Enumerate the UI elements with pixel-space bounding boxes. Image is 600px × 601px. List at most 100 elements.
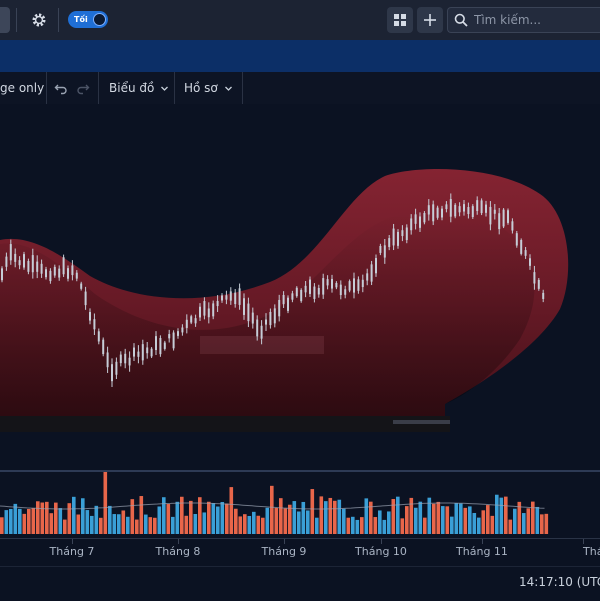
volume-bar bbox=[171, 516, 175, 534]
volume-bar bbox=[180, 496, 184, 534]
volume-chart bbox=[0, 470, 549, 534]
candle-body bbox=[23, 254, 25, 268]
candle-body bbox=[111, 364, 113, 382]
candle-body bbox=[172, 332, 175, 349]
candle-body bbox=[53, 266, 56, 276]
redo-button[interactable] bbox=[76, 72, 90, 104]
search-input[interactable] bbox=[472, 12, 596, 28]
volume-bar bbox=[45, 501, 49, 534]
volume-bar bbox=[454, 502, 459, 534]
candle-body bbox=[67, 268, 69, 279]
home-button[interactable] bbox=[0, 7, 10, 33]
volume-bar bbox=[63, 519, 67, 534]
axis-tick bbox=[381, 539, 382, 544]
range-option-label[interactable]: ge only bbox=[0, 72, 44, 104]
volume-bar bbox=[243, 514, 247, 534]
candle-body bbox=[84, 291, 87, 306]
volume-bar bbox=[9, 508, 13, 534]
volume-bar bbox=[157, 506, 162, 534]
candle-body bbox=[168, 334, 171, 339]
volume-bar bbox=[207, 501, 211, 534]
candle-body bbox=[1, 268, 3, 281]
volume-pane bbox=[0, 470, 600, 538]
volume-bar bbox=[144, 514, 148, 534]
candle-body bbox=[331, 278, 333, 289]
candle-body bbox=[190, 316, 193, 323]
candle-body bbox=[40, 263, 43, 274]
undo-button[interactable] bbox=[54, 72, 68, 104]
volume-bar bbox=[202, 512, 207, 534]
redo-icon bbox=[77, 84, 90, 95]
candle-body bbox=[515, 233, 518, 246]
chart-type-menu[interactable]: Biểu đồ bbox=[109, 72, 169, 104]
candle-body bbox=[181, 327, 184, 333]
volume-bar bbox=[49, 513, 54, 534]
volume-bar bbox=[499, 497, 504, 534]
candle-body bbox=[31, 255, 34, 273]
volume-bar bbox=[103, 470, 108, 534]
volume-bar bbox=[292, 501, 297, 534]
candle-body bbox=[300, 289, 303, 302]
candle-body bbox=[454, 204, 457, 217]
gear-icon bbox=[32, 13, 46, 27]
candle-body bbox=[379, 245, 382, 253]
candle-body bbox=[383, 245, 386, 258]
volume-bar bbox=[351, 516, 355, 534]
volume-bar bbox=[121, 510, 126, 534]
volume-bar bbox=[486, 505, 490, 534]
volume-bar bbox=[225, 503, 229, 534]
candle-body bbox=[36, 261, 39, 272]
candle-body bbox=[106, 352, 109, 368]
volume-bar bbox=[76, 514, 81, 534]
volume-bar bbox=[364, 498, 369, 534]
volume-bar bbox=[67, 503, 72, 534]
candle-body bbox=[405, 227, 408, 241]
volume-bar bbox=[441, 506, 445, 534]
volume-bar bbox=[328, 497, 333, 534]
candle-body bbox=[115, 361, 118, 375]
candle-body bbox=[529, 258, 531, 266]
volume-bar bbox=[387, 511, 391, 534]
axis-tick bbox=[178, 539, 179, 544]
volume-bar bbox=[490, 515, 495, 534]
volume-bar bbox=[391, 499, 396, 534]
axis-tick bbox=[72, 539, 73, 544]
candle-body bbox=[366, 273, 369, 281]
candle-body bbox=[419, 216, 421, 228]
add-button[interactable] bbox=[417, 7, 443, 33]
candle-body bbox=[163, 342, 166, 349]
candle-body bbox=[159, 337, 162, 355]
profile-menu[interactable]: Hồ sơ bbox=[184, 72, 233, 104]
volume-bar bbox=[310, 489, 315, 534]
candle-body bbox=[361, 279, 364, 288]
candle-body bbox=[9, 244, 12, 261]
axis-tick bbox=[284, 539, 285, 544]
candle-body bbox=[260, 325, 263, 339]
volume-bar bbox=[432, 503, 436, 534]
price-chart bbox=[0, 169, 569, 432]
candle-body bbox=[146, 347, 149, 354]
layout-grid-button[interactable] bbox=[387, 7, 413, 33]
volume-bar bbox=[112, 514, 117, 534]
candle-body bbox=[185, 319, 188, 328]
candle-body bbox=[97, 331, 100, 342]
candle-body bbox=[388, 238, 391, 248]
toolbar-divider bbox=[174, 72, 175, 104]
volume-bar bbox=[468, 506, 472, 534]
volume-bar bbox=[436, 501, 441, 534]
volume-bar bbox=[288, 504, 292, 534]
price-chart-area[interactable] bbox=[0, 104, 600, 471]
candle-body bbox=[507, 210, 509, 223]
candle-body bbox=[89, 312, 91, 321]
search-box[interactable] bbox=[447, 7, 600, 33]
candle-body bbox=[392, 228, 395, 246]
volume-bar bbox=[166, 504, 171, 534]
settings-button[interactable] bbox=[26, 7, 52, 33]
candle-body bbox=[432, 204, 435, 222]
volume-bar bbox=[265, 507, 270, 534]
candle-body bbox=[207, 308, 210, 318]
candle-body bbox=[194, 318, 197, 324]
clock-readout: 14:17:10 (UTC+ bbox=[519, 575, 600, 589]
theme-toggle[interactable]: Tối bbox=[68, 11, 108, 28]
candle-body bbox=[427, 205, 430, 215]
